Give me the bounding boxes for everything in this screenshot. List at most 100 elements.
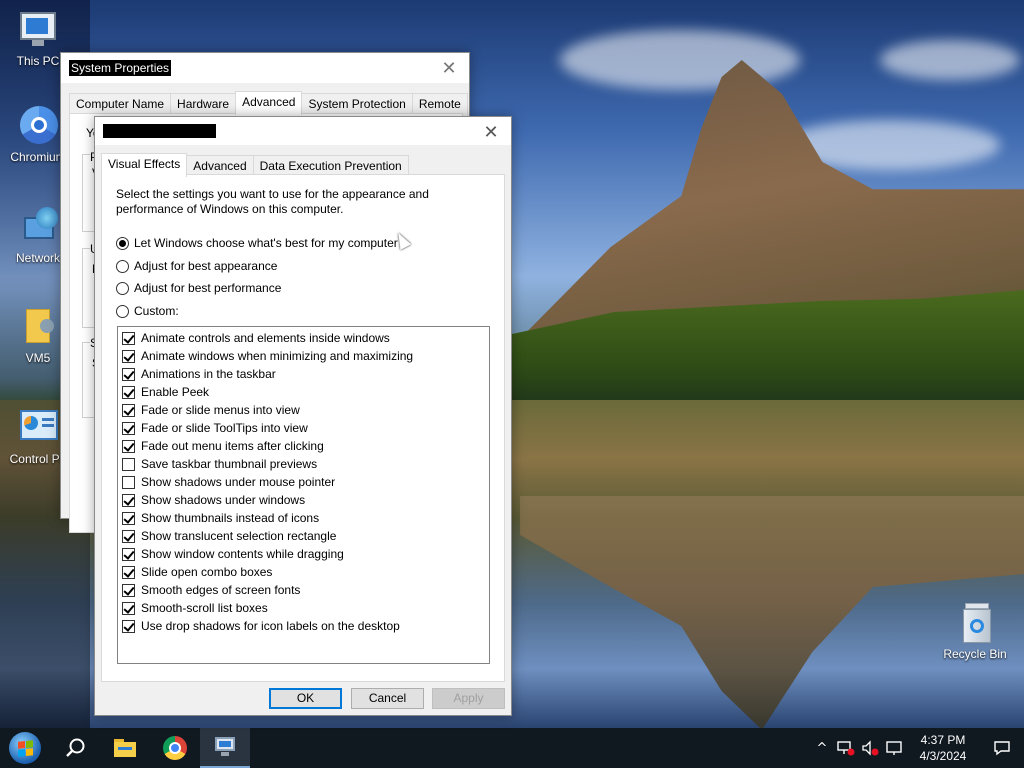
clock-time: 4:37 PM: [920, 733, 966, 747]
checkbox-checked[interactable]: [122, 601, 135, 615]
tab-visual-effects[interactable]: Visual Effects: [101, 153, 188, 177]
effect-label: Show translucent selection rectangle: [141, 529, 337, 543]
tab-remote[interactable]: Remote: [411, 93, 468, 115]
close-button[interactable]: ✕: [429, 53, 469, 83]
effect-option[interactable]: Animations in the taskbar: [118, 365, 489, 383]
effect-option[interactable]: Show window contents while dragging: [118, 545, 489, 563]
radio-button[interactable]: [116, 304, 129, 318]
checkbox-checked[interactable]: [122, 403, 135, 417]
file-explorer-icon: [114, 739, 136, 757]
effect-label: Animate controls and elements inside win…: [141, 331, 390, 345]
checkbox-unchecked[interactable]: [122, 475, 135, 489]
chrome-button[interactable]: [150, 728, 200, 768]
checkbox-checked[interactable]: [122, 421, 135, 435]
taskbar-clock[interactable]: 4:37 PM 4/3/2024: [906, 732, 980, 764]
radio-label: Custom:: [134, 304, 179, 318]
checkbox-checked[interactable]: [122, 565, 135, 579]
start-icon: [9, 732, 41, 764]
radio-best-performance[interactable]: Adjust for best performance: [116, 281, 281, 295]
radio-let-windows-choose[interactable]: Let Windows choose what's best for my co…: [116, 236, 398, 250]
effect-label: Fade or slide ToolTips into view: [141, 421, 308, 435]
radio-best-appearance[interactable]: Adjust for best appearance: [116, 259, 277, 273]
visual-effects-list[interactable]: Animate controls and elements inside win…: [117, 326, 490, 664]
performance-options-dialog[interactable]: ✕ Visual Effects Advanced Data Execution…: [94, 116, 512, 716]
checkbox-checked[interactable]: [122, 349, 135, 363]
tab-hardware[interactable]: Hardware: [170, 93, 237, 115]
effect-option[interactable]: Slide open combo boxes: [118, 563, 489, 581]
effect-label: Animations in the taskbar: [141, 367, 276, 381]
network-tray-button[interactable]: [834, 728, 858, 768]
checkbox-checked[interactable]: [122, 331, 135, 345]
radio-label: Adjust for best performance: [134, 281, 282, 295]
effect-label: Use drop shadows for icon labels on the …: [141, 619, 400, 633]
effect-option[interactable]: Fade out menu items after clicking: [118, 437, 489, 455]
volume-tray-button[interactable]: [858, 728, 882, 768]
effect-label: Save taskbar thumbnail previews: [141, 457, 318, 471]
effect-label: Show shadows under windows: [141, 493, 306, 507]
checkbox-checked[interactable]: [122, 439, 135, 453]
cancel-button[interactable]: Cancel: [351, 688, 424, 709]
notifications-button[interactable]: [980, 740, 1024, 756]
tab-computer-name[interactable]: Computer Name: [69, 93, 172, 115]
effect-label: Show shadows under mouse pointer: [141, 475, 336, 489]
show-hidden-icons-button[interactable]: ^: [810, 728, 834, 768]
checkbox-unchecked[interactable]: [122, 457, 135, 471]
title-bar[interactable]: ✕: [95, 117, 511, 145]
effect-option[interactable]: Animate windows when minimizing and maxi…: [118, 347, 489, 365]
effect-label: Show thumbnails instead of icons: [141, 511, 320, 525]
radio-label: Let Windows choose what's best for my co…: [134, 236, 398, 250]
clock-date: 4/3/2024: [919, 749, 967, 763]
effect-option[interactable]: Fade or slide menus into view: [118, 401, 489, 419]
close-icon: ✕: [441, 57, 457, 79]
effect-label: Smooth-scroll list boxes: [141, 601, 268, 615]
effect-option[interactable]: Show shadows under mouse pointer: [118, 473, 489, 491]
desktop-icon-label: Recycle Bin: [943, 647, 1007, 661]
chrome-icon: [163, 736, 187, 760]
action-tray-button[interactable]: [882, 728, 906, 768]
taskbar: ^ 4:37 PM 4/3/2024: [0, 728, 1024, 768]
effect-option[interactable]: Show thumbnails instead of icons: [118, 509, 489, 527]
effect-label: Slide open combo boxes: [141, 565, 273, 579]
title-bar[interactable]: System Properties ✕: [61, 53, 469, 83]
effect-option[interactable]: Show shadows under windows: [118, 491, 489, 509]
checkbox-checked[interactable]: [122, 547, 135, 561]
recycle-bin-icon: [953, 603, 997, 643]
checkbox-checked[interactable]: [122, 385, 135, 399]
effect-option[interactable]: Smooth edges of screen fonts: [118, 581, 489, 599]
effect-option[interactable]: Enable Peek: [118, 383, 489, 401]
radio-button[interactable]: [116, 281, 129, 295]
effect-label: Fade out menu items after clicking: [141, 439, 324, 453]
checkbox-checked[interactable]: [122, 493, 135, 507]
search-button[interactable]: [50, 728, 100, 768]
tab-advanced[interactable]: Advanced: [235, 91, 303, 115]
radio-button[interactable]: [116, 259, 129, 273]
folder-user-icon: [16, 307, 60, 347]
window-title: System Properties: [69, 60, 172, 76]
checkbox-checked[interactable]: [122, 511, 135, 525]
effect-option[interactable]: Fade or slide ToolTips into view: [118, 419, 489, 437]
volume-muted-icon: [862, 740, 879, 756]
effect-label: Enable Peek: [141, 385, 210, 399]
checkbox-checked[interactable]: [122, 529, 135, 543]
close-button[interactable]: ✕: [471, 117, 511, 147]
checkbox-checked[interactable]: [122, 619, 135, 633]
checkbox-checked[interactable]: [122, 583, 135, 597]
file-explorer-button[interactable]: [100, 728, 150, 768]
effect-option[interactable]: Smooth-scroll list boxes: [118, 599, 489, 617]
effect-option[interactable]: Animate controls and elements inside win…: [118, 329, 489, 347]
radio-custom[interactable]: Custom:: [116, 304, 179, 318]
chevron-up-icon: ^: [816, 740, 828, 756]
radio-button-selected[interactable]: [116, 236, 129, 250]
start-button[interactable]: [0, 728, 50, 768]
tab-system-protection[interactable]: System Protection: [301, 93, 413, 115]
apply-button[interactable]: Apply: [432, 688, 505, 709]
effect-option[interactable]: Save taskbar thumbnail previews: [118, 455, 489, 473]
system-properties-taskbar-button[interactable]: [200, 728, 250, 768]
effect-option[interactable]: Use drop shadows for icon labels on the …: [118, 617, 489, 635]
network-icon: [16, 207, 60, 247]
effect-label: Animate windows when minimizing and maxi…: [141, 349, 414, 363]
checkbox-checked[interactable]: [122, 367, 135, 381]
effect-option[interactable]: Show translucent selection rectangle: [118, 527, 489, 545]
desktop-icon-recycle-bin[interactable]: Recycle Bin: [937, 603, 1013, 661]
ok-button[interactable]: OK: [269, 688, 342, 709]
